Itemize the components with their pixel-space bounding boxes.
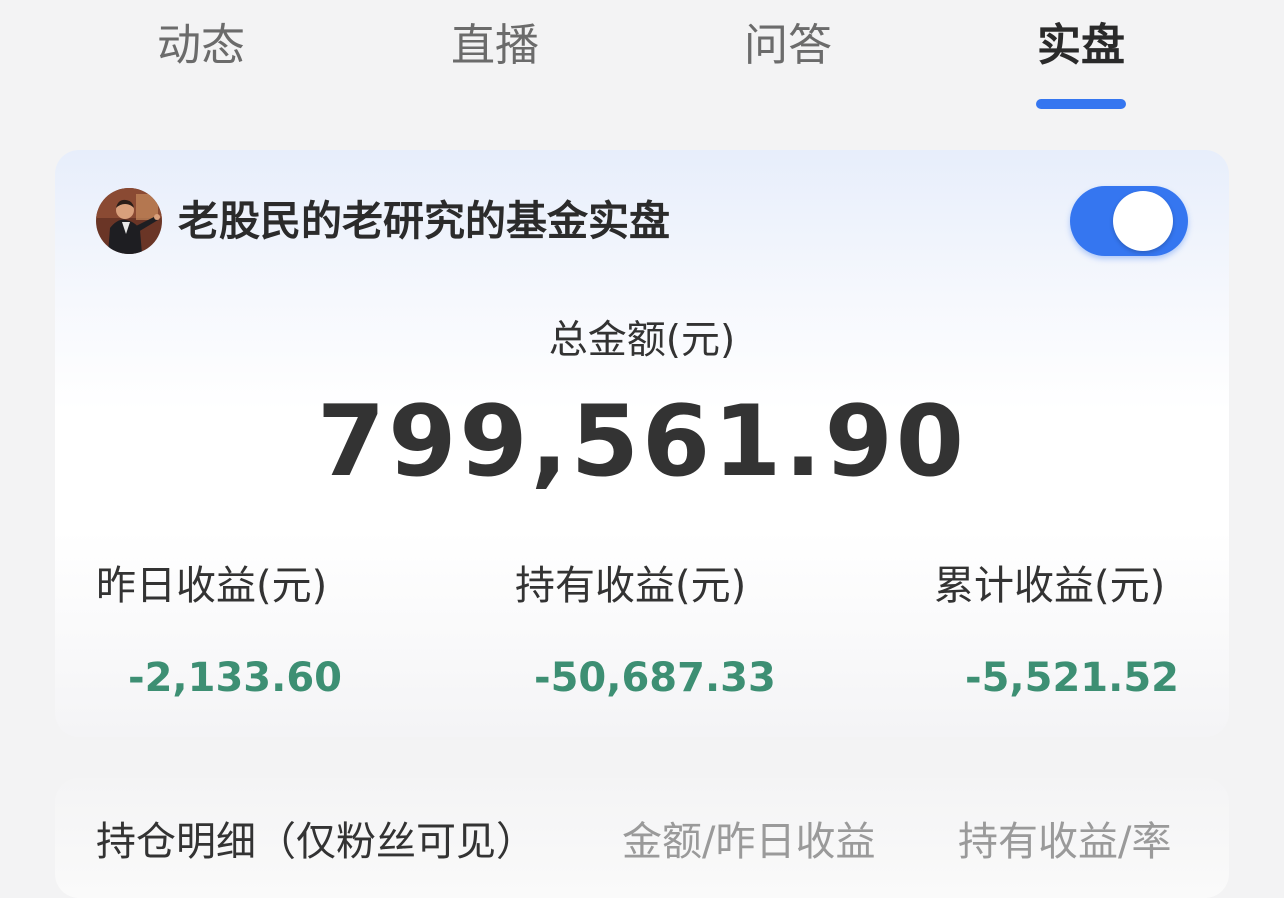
holdings-title: 持仓明细（仅粉丝可见）	[96, 819, 536, 865]
avatar-image	[96, 188, 162, 254]
avatar[interactable]	[96, 188, 162, 254]
column-header-holding-profit[interactable]: 持有收益/率	[958, 814, 1171, 870]
column-header-amount[interactable]: 金额/昨日收益	[622, 814, 875, 870]
toggle-knob	[1113, 191, 1173, 251]
active-tab-indicator	[1036, 99, 1126, 109]
holdings-detail-card: 持仓明细（仅粉丝可见） 金额/昨日收益 持有收益/率	[55, 778, 1229, 898]
tab-qa[interactable]: 问答	[688, 16, 888, 76]
tab-live[interactable]: 直播	[395, 16, 595, 76]
holding-profit-stat: 持有收益(元) -50,687.33	[515, 558, 815, 701]
holding-profit-value: -50,687.33	[534, 655, 776, 701]
yesterday-profit-value: -2,133.60	[128, 655, 342, 701]
total-amount-value: 799,561.90	[317, 385, 967, 499]
cumulative-profit-label: 累计收益(元)	[934, 563, 1166, 609]
cumulative-profit-stat: 累计收益(元) -5,521.52	[934, 558, 1229, 701]
holding-profit-label: 持有收益(元)	[515, 563, 747, 609]
yesterday-profit-stat: 昨日收益(元) -2,133.60	[96, 558, 396, 701]
tab-dynamics[interactable]: 动态	[101, 16, 301, 76]
portfolio-title: 老股民的老研究的基金实盘	[178, 197, 670, 245]
yesterday-profit-label: 昨日收益(元)	[96, 563, 328, 609]
cumulative-profit-value: -5,521.52	[965, 655, 1179, 701]
tab-real-portfolio[interactable]: 实盘	[981, 16, 1181, 76]
top-tab-bar: 动态 直播 问答 实盘	[0, 0, 1284, 120]
portfolio-toggle-switch[interactable]	[1070, 186, 1188, 256]
portfolio-summary-card: 老股民的老研究的基金实盘 总金额(元) 799,561.90 昨日收益(元) -…	[55, 150, 1229, 737]
total-amount-label: 总金额(元)	[548, 318, 736, 363]
